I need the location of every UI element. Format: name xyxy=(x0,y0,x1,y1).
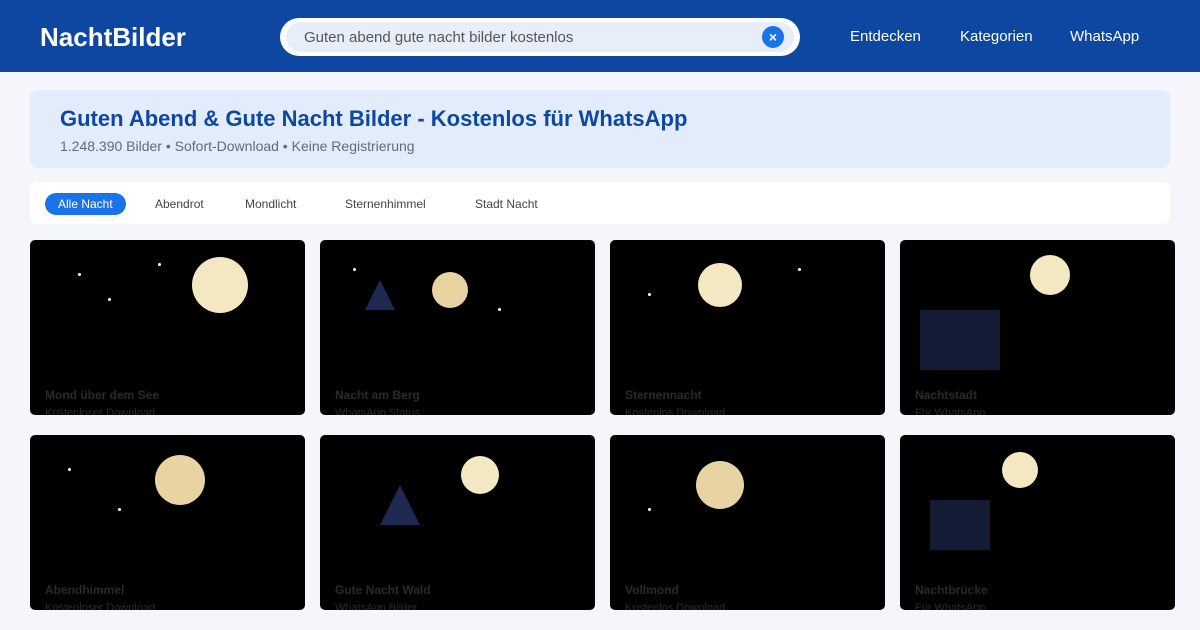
star-icon xyxy=(353,268,356,271)
moon-icon xyxy=(696,461,744,509)
card-title: Abendhimmel xyxy=(45,583,125,597)
page-title: Guten Abend & Gute Nacht Bilder - Kosten… xyxy=(60,106,688,131)
image-card[interactable]: Gute Nacht Wald WhatsApp Bilder xyxy=(320,435,595,610)
tree-icon xyxy=(380,485,420,525)
card-subtitle: Kostenloser Download xyxy=(45,602,156,610)
moon-icon xyxy=(1030,255,1070,295)
card-subtitle: WhatsApp Bilder xyxy=(335,602,417,610)
card-title: Nachtbrücke xyxy=(915,583,988,597)
card-title: Gute Nacht Wald xyxy=(335,583,431,597)
image-card[interactable]: Vollmond Kostenlos Download xyxy=(610,435,885,610)
star-icon xyxy=(648,508,651,511)
building-icon xyxy=(920,310,1000,370)
filter-chip-sternenhimmel[interactable]: Sternenhimmel xyxy=(345,193,426,215)
image-card[interactable]: Nachtbrücke Für WhatsApp xyxy=(900,435,1175,610)
star-icon xyxy=(158,263,161,266)
card-title: Mond über dem See xyxy=(45,388,160,402)
moon-icon xyxy=(155,455,205,505)
star-icon xyxy=(498,308,501,311)
nav-link-whatsapp[interactable]: WhatsApp xyxy=(1070,28,1139,46)
card-subtitle: Kostenloser Download xyxy=(45,407,156,415)
card-title: Nachtstadt xyxy=(915,388,978,402)
moon-icon xyxy=(192,257,248,313)
image-card[interactable]: Abendhimmel Kostenloser Download xyxy=(30,435,305,610)
search-box[interactable]: × xyxy=(280,18,800,56)
card-subtitle: Für WhatsApp xyxy=(915,407,986,415)
card-title: Nacht am Berg xyxy=(335,388,420,402)
filter-chip-abendrot[interactable]: Abendrot xyxy=(155,193,204,215)
card-subtitle: Kostenlos Download xyxy=(625,602,726,610)
filter-chip-alle-nacht[interactable]: Alle Nacht xyxy=(45,193,126,215)
card-subtitle: Kostenlos Download xyxy=(625,407,726,415)
card-title: Vollmond xyxy=(625,583,679,597)
star-icon xyxy=(108,298,111,301)
image-card[interactable]: Sternennacht Kostenlos Download xyxy=(610,240,885,415)
nav-link-entdecken[interactable]: Entdecken xyxy=(850,28,921,46)
moon-icon xyxy=(698,263,742,307)
page-subtitle: 1.248.390 Bilder • Sofort-Download • Kei… xyxy=(60,138,415,154)
filter-chip-stadt-nacht[interactable]: Stadt Nacht xyxy=(475,193,538,215)
card-title: Sternennacht xyxy=(625,388,702,402)
card-subtitle: Für WhatsApp xyxy=(915,602,986,610)
search-field-wrapper: × xyxy=(286,22,794,52)
star-icon xyxy=(118,508,121,511)
image-card[interactable]: Nachtstadt Für WhatsApp xyxy=(900,240,1175,415)
filter-chip-mondlicht[interactable]: Mondlicht xyxy=(245,193,296,215)
star-icon xyxy=(648,293,651,296)
star-icon xyxy=(78,273,81,276)
moon-icon xyxy=(432,272,468,308)
star-icon xyxy=(798,268,801,271)
hero-banner: Guten Abend & Gute Nacht Bilder - Kosten… xyxy=(30,90,1170,168)
nav-link-kategorien[interactable]: Kategorien xyxy=(960,28,1033,46)
search-input[interactable] xyxy=(304,22,744,52)
card-subtitle: WhatsApp Status xyxy=(335,407,420,415)
site-logo[interactable]: NachtBilder xyxy=(40,21,186,53)
image-card[interactable]: Nacht am Berg WhatsApp Status xyxy=(320,240,595,415)
star-icon xyxy=(68,468,71,471)
image-card[interactable]: Mond über dem See Kostenloser Download xyxy=(30,240,305,415)
bridge-icon xyxy=(930,500,990,550)
mountain-icon xyxy=(365,280,395,310)
filter-bar: Alle Nacht Abendrot Mondlicht Sternenhim… xyxy=(30,182,1170,224)
close-icon[interactable]: × xyxy=(762,26,784,48)
moon-icon xyxy=(461,456,499,494)
top-header: NachtBilder × Entdecken Kategorien Whats… xyxy=(0,0,1200,72)
moon-icon xyxy=(1002,452,1038,488)
